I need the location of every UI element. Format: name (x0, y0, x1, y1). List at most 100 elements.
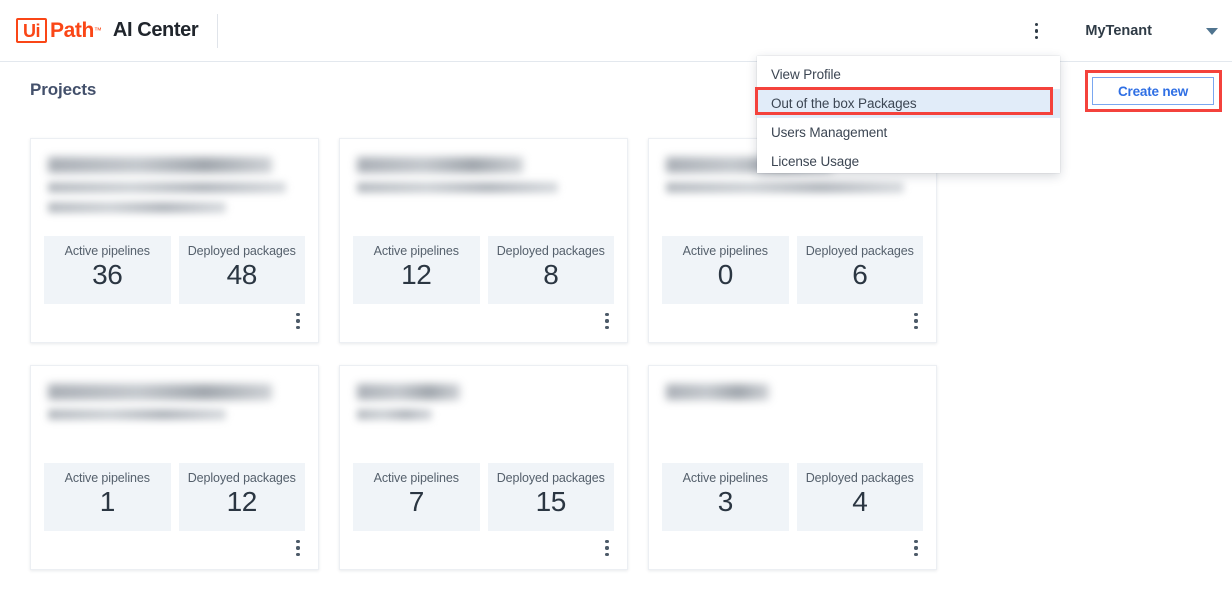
stat-deployed-packages: Deployed packages 8 (487, 236, 614, 304)
stat-active-pipelines: Active pipelines 12 (353, 236, 480, 304)
stat-deployed-packages: Deployed packages 4 (796, 463, 923, 531)
header-actions: MyTenant (1023, 0, 1232, 62)
dot (914, 552, 918, 557)
stat-value: 7 (408, 486, 425, 517)
dot (296, 312, 300, 317)
dot (1034, 35, 1039, 40)
brand-logo[interactable]: Ui Path ™ AI Center (0, 0, 199, 61)
project-card[interactable]: Active pipelines 7 Deployed packages 15 (339, 365, 628, 570)
project-card[interactable]: Active pipelines 3 Deployed packages 4 (648, 365, 937, 570)
stat-value: 8 (543, 259, 559, 290)
more-vertical-icon[interactable] (597, 310, 617, 332)
stat-value: 12 (401, 259, 432, 290)
stat-label: Deployed packages (187, 471, 296, 485)
dot (605, 552, 609, 557)
stat-value: 15 (535, 486, 567, 517)
projects-grid: Active pipelines 36 Deployed packages 48… (30, 138, 1040, 570)
stat-value: 3 (717, 486, 734, 517)
create-new-button[interactable]: Create new (1092, 77, 1214, 105)
project-title-redacted (666, 384, 770, 400)
profile-dropdown-menu: View Profile Out of the box Packages Use… (757, 56, 1060, 173)
project-description-redacted (666, 182, 905, 193)
more-vertical-icon[interactable] (288, 310, 308, 332)
stat-value: 36 (92, 259, 123, 290)
stat-value: 48 (226, 259, 258, 290)
project-title-redacted (48, 157, 272, 173)
app-header: Ui Path ™ AI Center MyTenant (0, 0, 1232, 62)
trademark-icon: ™ (93, 26, 102, 35)
card-stats: Active pipelines 3 Deployed packages 4 (662, 463, 923, 531)
app-name: AI Center (112, 19, 199, 41)
menu-item-out-of-the-box-packages[interactable]: Out of the box Packages (757, 89, 1060, 118)
project-card[interactable]: Active pipelines 36 Deployed packages 48 (30, 138, 319, 343)
dot (914, 312, 918, 317)
dot (605, 546, 609, 550)
stat-value: 12 (226, 486, 258, 517)
stat-label: Deployed packages (496, 471, 605, 485)
dot (605, 319, 609, 323)
project-description-redacted (357, 182, 558, 193)
card-stats: Active pipelines 36 Deployed packages 48 (44, 236, 305, 304)
project-title-redacted (357, 384, 461, 400)
project-description-redacted (48, 202, 226, 213)
stat-label: Deployed packages (187, 244, 296, 258)
dot (914, 319, 918, 323)
stat-deployed-packages: Deployed packages 6 (796, 236, 923, 304)
stat-active-pipelines: Active pipelines 1 (44, 463, 171, 531)
card-stats: Active pipelines 12 Deployed packages 8 (353, 236, 614, 304)
card-stats: Active pipelines 0 Deployed packages 6 (662, 236, 923, 304)
card-stats: Active pipelines 7 Deployed packages 15 (353, 463, 614, 531)
stat-label: Active pipelines (682, 244, 768, 258)
dot (914, 546, 918, 550)
chevron-down-icon (1206, 27, 1218, 35)
uipath-logo-icon: Ui (16, 18, 47, 43)
dot (296, 546, 300, 550)
project-card[interactable]: Active pipelines 12 Deployed packages 8 (339, 138, 628, 343)
project-title-redacted (48, 384, 272, 400)
stat-value: 6 (852, 259, 868, 290)
stat-label: Active pipelines (373, 471, 459, 485)
tenant-selector[interactable]: MyTenant (1085, 23, 1218, 39)
stat-active-pipelines: Active pipelines 36 (44, 236, 171, 304)
dot (1034, 22, 1039, 27)
tenant-label: MyTenant (1085, 23, 1152, 39)
stat-active-pipelines: Active pipelines 7 (353, 463, 480, 531)
project-description-redacted (48, 409, 226, 420)
stat-label: Deployed packages (805, 471, 914, 485)
dot (296, 325, 300, 330)
logo-wordmark: Path (50, 19, 94, 42)
stat-deployed-packages: Deployed packages 48 (178, 236, 305, 304)
more-vertical-icon[interactable] (597, 537, 617, 559)
project-description-redacted (48, 182, 287, 193)
stat-deployed-packages: Deployed packages 15 (487, 463, 614, 531)
menu-item-users-management[interactable]: Users Management (757, 118, 1060, 147)
stat-active-pipelines: Active pipelines 0 (662, 236, 789, 304)
menu-item-license-usage[interactable]: License Usage (757, 147, 1060, 176)
stat-label: Deployed packages (805, 244, 914, 258)
more-vertical-icon[interactable] (1023, 16, 1049, 46)
project-description-redacted (357, 409, 432, 420)
more-vertical-icon[interactable] (906, 310, 926, 332)
header-divider (217, 13, 219, 48)
card-stats: Active pipelines 1 Deployed packages 12 (44, 463, 305, 531)
project-title-redacted (357, 157, 524, 173)
dot (296, 319, 300, 323)
stat-active-pipelines: Active pipelines 3 (662, 463, 789, 531)
more-vertical-icon[interactable] (906, 537, 926, 559)
project-card[interactable]: Active pipelines 1 Deployed packages 12 (30, 365, 319, 570)
more-vertical-icon[interactable] (288, 537, 308, 559)
dot (605, 312, 609, 317)
stat-label: Active pipelines (64, 244, 150, 258)
menu-item-view-profile[interactable]: View Profile (757, 60, 1060, 89)
dot (914, 325, 918, 330)
stat-deployed-packages: Deployed packages 12 (178, 463, 305, 531)
stat-label: Active pipelines (682, 471, 768, 485)
dot (296, 552, 300, 557)
page-title: Projects (30, 80, 97, 99)
dot (1034, 29, 1039, 33)
dot (605, 539, 609, 544)
stat-value: 4 (852, 486, 868, 517)
stat-value: 1 (99, 486, 116, 517)
stat-label: Active pipelines (64, 471, 150, 485)
stat-value: 0 (717, 259, 734, 290)
